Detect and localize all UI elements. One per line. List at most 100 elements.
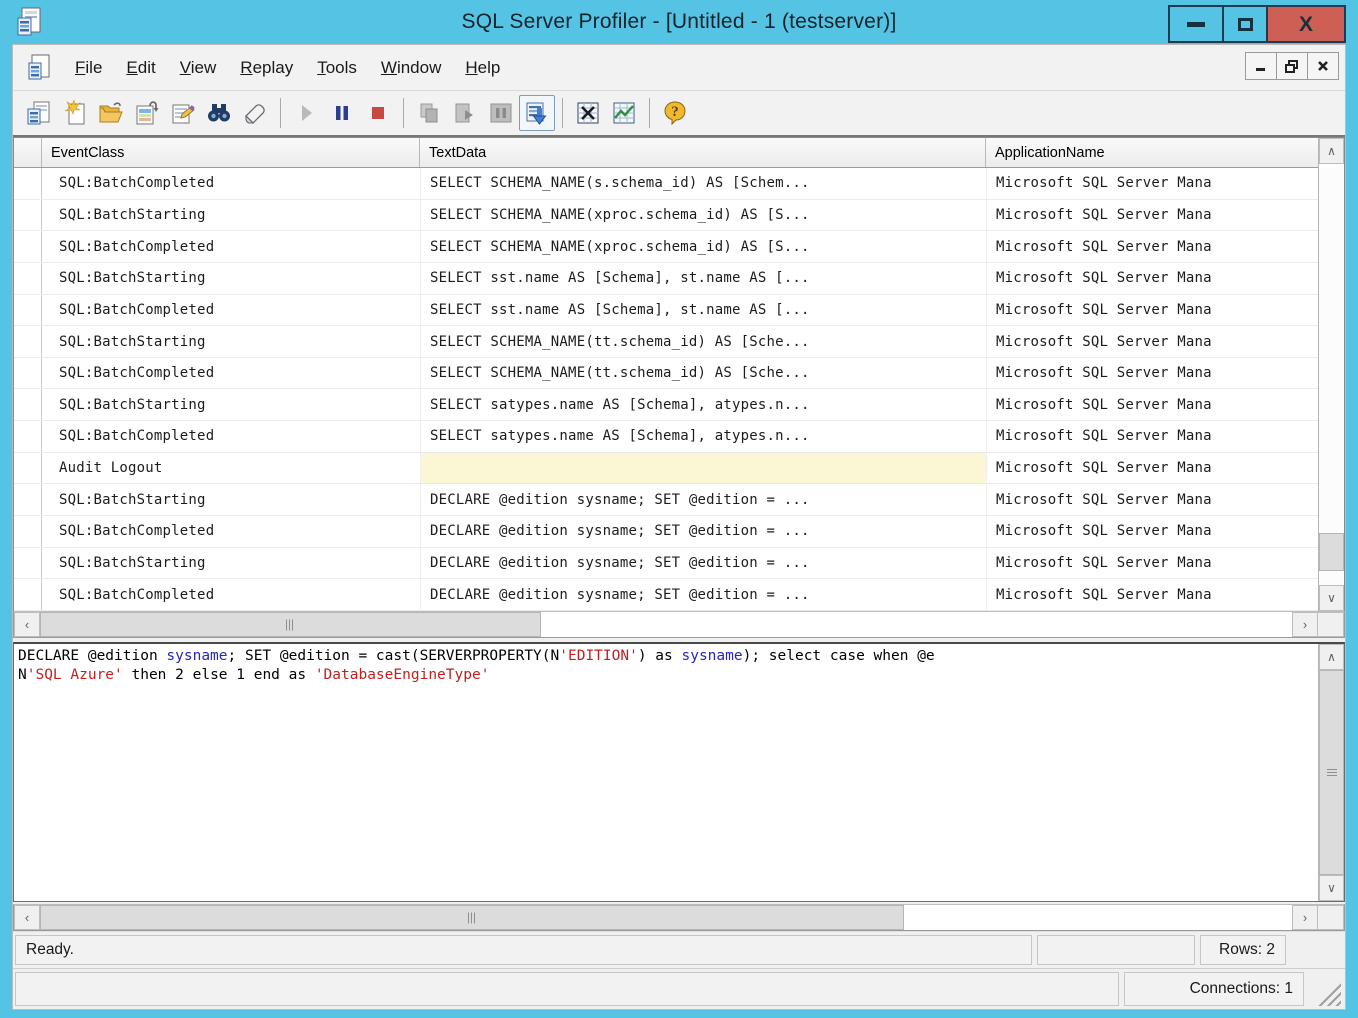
applicationname-cell[interactable]: Microsoft SQL Server Mana — [986, 548, 1318, 579]
trace-row[interactable]: SQL:BatchCompleted SELECT SCHEMA_NAME(s.… — [14, 168, 1318, 200]
stop-trace-button[interactable] — [360, 95, 396, 131]
eventclass-cell[interactable]: SQL:BatchStarting — [42, 200, 420, 231]
maximize-button[interactable] — [1222, 5, 1268, 43]
applicationname-cell[interactable]: Microsoft SQL Server Mana — [986, 579, 1318, 610]
open-trace-table-button[interactable] — [129, 95, 165, 131]
textdata-cell[interactable]: DECLARE @edition sysname; SET @edition =… — [420, 579, 986, 610]
eventclass-cell[interactable]: SQL:BatchCompleted — [42, 421, 420, 452]
grouped-view-button[interactable] — [606, 95, 642, 131]
eventclass-cell[interactable]: SQL:BatchStarting — [42, 263, 420, 294]
mdi-restore-button[interactable] — [1276, 52, 1308, 80]
row-selector-cell[interactable] — [14, 168, 42, 199]
eventclass-cell[interactable]: SQL:BatchStarting — [42, 548, 420, 579]
scroll-right-button[interactable]: › — [1292, 612, 1318, 637]
grid-vertical-scrollbar[interactable]: ∧ ∨ — [1318, 138, 1344, 611]
scroll-down-button[interactable]: ∨ — [1319, 875, 1344, 901]
column-header-applicationname[interactable]: ApplicationName — [986, 138, 1318, 167]
applicationname-cell[interactable]: Microsoft SQL Server Mana — [986, 484, 1318, 515]
toggle-breakpoint-button[interactable] — [483, 95, 519, 131]
open-trace-file-button[interactable] — [93, 95, 129, 131]
textdata-cell[interactable]: SELECT SCHEMA_NAME(xproc.schema_id) AS [… — [420, 231, 986, 262]
new-trace-file-button[interactable] — [57, 95, 93, 131]
trace-row[interactable]: SQL:BatchCompleted DECLARE @edition sysn… — [14, 516, 1318, 548]
row-selector-cell[interactable] — [14, 231, 42, 262]
detail-hscroll-track[interactable] — [40, 905, 1292, 930]
grid-hscroll-track[interactable] — [40, 612, 1292, 637]
applicationname-cell[interactable]: Microsoft SQL Server Mana — [986, 326, 1318, 357]
eventclass-cell[interactable]: SQL:BatchCompleted — [42, 168, 420, 199]
scroll-right-button[interactable]: › — [1292, 905, 1318, 930]
textdata-cell[interactable]: DECLARE @edition sysname; SET @edition =… — [420, 484, 986, 515]
applicationname-cell[interactable]: Microsoft SQL Server Mana — [986, 389, 1318, 420]
execute-one-step-button[interactable] — [411, 95, 447, 131]
scroll-left-button[interactable]: ‹ — [14, 612, 40, 637]
trace-row[interactable]: SQL:BatchCompleted SELECT satypes.name A… — [14, 421, 1318, 453]
new-trace-button[interactable] — [21, 95, 57, 131]
applicationname-cell[interactable]: Microsoft SQL Server Mana — [986, 231, 1318, 262]
menu-file[interactable]: File — [63, 52, 114, 84]
detail-vertical-scrollbar[interactable]: ∧ ∨ — [1318, 644, 1344, 901]
textdata-cell[interactable]: SELECT sst.name AS [Schema], st.name AS … — [420, 295, 986, 326]
textdata-cell[interactable]: DECLARE @edition sysname; SET @edition =… — [420, 548, 986, 579]
detail-horizontal-scrollbar[interactable]: ‹ › — [13, 904, 1345, 931]
row-selector-cell[interactable] — [14, 389, 42, 420]
applicationname-cell[interactable]: Microsoft SQL Server Mana — [986, 168, 1318, 199]
grid-hscroll-thumb[interactable] — [40, 612, 541, 637]
resize-grip[interactable] — [1317, 982, 1341, 1006]
find-button[interactable] — [201, 95, 237, 131]
menu-window[interactable]: Window — [369, 52, 453, 84]
minimize-button[interactable] — [1168, 5, 1224, 43]
applicationname-cell[interactable]: Microsoft SQL Server Mana — [986, 200, 1318, 231]
grid-vscroll-track[interactable] — [1319, 164, 1344, 585]
trace-row[interactable]: SQL:BatchCompleted SELECT SCHEMA_NAME(tt… — [14, 358, 1318, 390]
grid-horizontal-scrollbar[interactable]: ‹ › — [13, 611, 1345, 638]
applicationname-cell[interactable]: Microsoft SQL Server Mana — [986, 295, 1318, 326]
row-selector-cell[interactable] — [14, 358, 42, 389]
clear-trace-window-button[interactable] — [237, 95, 273, 131]
textdata-cell[interactable]: SELECT SCHEMA_NAME(tt.schema_id) AS [Sch… — [420, 358, 986, 389]
applicationname-cell[interactable]: Microsoft SQL Server Mana — [986, 516, 1318, 547]
eventclass-cell[interactable]: SQL:BatchStarting — [42, 326, 420, 357]
column-header-textdata[interactable]: TextData — [420, 138, 986, 167]
textdata-cell[interactable]: SELECT satypes.name AS [Schema], atypes.… — [420, 389, 986, 420]
row-selector-cell[interactable] — [14, 516, 42, 547]
menu-view[interactable]: View — [168, 52, 229, 84]
eventclass-cell[interactable]: SQL:BatchCompleted — [42, 579, 420, 610]
trace-row[interactable]: SQL:BatchStarting DECLARE @edition sysna… — [14, 484, 1318, 516]
trace-row[interactable]: SQL:BatchCompleted SELECT SCHEMA_NAME(xp… — [14, 231, 1318, 263]
trace-row[interactable]: Audit Logout Microsoft SQL Server Mana — [14, 453, 1318, 485]
aggregated-view-button[interactable] — [570, 95, 606, 131]
trace-properties-button[interactable] — [165, 95, 201, 131]
mdi-minimize-button[interactable] — [1245, 52, 1277, 80]
detail-vscroll-thumb[interactable] — [1319, 670, 1344, 875]
scroll-up-button[interactable]: ∧ — [1319, 644, 1344, 670]
help-button[interactable]: ? — [657, 95, 693, 131]
close-button[interactable]: X — [1266, 5, 1346, 43]
trace-row[interactable]: SQL:BatchStarting SELECT sst.name AS [Sc… — [14, 263, 1318, 295]
row-selector-cell[interactable] — [14, 263, 42, 294]
scroll-left-button[interactable]: ‹ — [14, 905, 40, 930]
eventclass-cell[interactable]: SQL:BatchCompleted — [42, 295, 420, 326]
eventclass-cell[interactable]: SQL:BatchCompleted — [42, 516, 420, 547]
textdata-cell[interactable]: DECLARE @edition sysname; SET @edition =… — [420, 516, 986, 547]
row-selector-cell[interactable] — [14, 579, 42, 610]
sql-text-view[interactable]: DECLARE @edition sysname; SET @edition =… — [14, 644, 1318, 901]
column-header-eventclass[interactable]: EventClass — [42, 138, 420, 167]
scroll-down-button[interactable]: ∨ — [1319, 585, 1344, 611]
row-selector-cell[interactable] — [14, 548, 42, 579]
menu-tools[interactable]: Tools — [305, 52, 369, 84]
row-selector-cell[interactable] — [14, 326, 42, 357]
applicationname-cell[interactable]: Microsoft SQL Server Mana — [986, 453, 1318, 484]
mdi-close-button[interactable] — [1307, 52, 1339, 80]
applicationname-cell[interactable]: Microsoft SQL Server Mana — [986, 263, 1318, 294]
textdata-cell[interactable]: SELECT SCHEMA_NAME(xproc.schema_id) AS [… — [420, 200, 986, 231]
detail-hscroll-thumb[interactable] — [40, 905, 904, 930]
row-selector-cell[interactable] — [14, 484, 42, 515]
eventclass-cell[interactable]: Audit Logout — [42, 453, 420, 484]
textdata-cell[interactable] — [420, 453, 986, 484]
row-selector-cell[interactable] — [14, 421, 42, 452]
scroll-up-button[interactable]: ∧ — [1319, 138, 1344, 164]
start-replay-button[interactable] — [288, 95, 324, 131]
eventclass-cell[interactable]: SQL:BatchCompleted — [42, 231, 420, 262]
textdata-cell[interactable]: SELECT SCHEMA_NAME(s.schema_id) AS [Sche… — [420, 168, 986, 199]
